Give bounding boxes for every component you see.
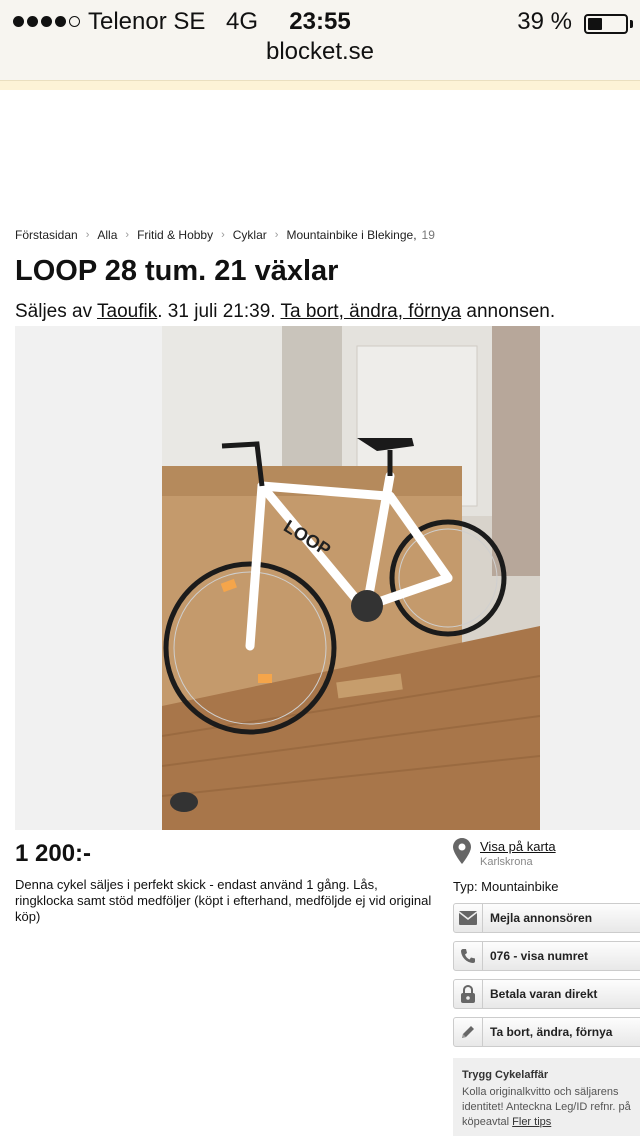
breadcrumb-mountainbike[interactable]: Mountainbike i Blekinge, [286, 228, 416, 242]
show-number-button[interactable]: 076 - visa numret [453, 941, 640, 971]
breadcrumb-count: 19 [421, 228, 435, 242]
listing-date: . 31 juli 21:39. [157, 301, 276, 322]
show-number-label: 076 - visa numret [490, 949, 589, 963]
listing-description: Denna cykel säljes i perfekt skick - end… [15, 877, 432, 924]
item-type: Typ: Mountainbike [453, 879, 559, 894]
lock-icon [454, 980, 483, 1008]
bicycle-photo-illustration: LOOP [162, 326, 540, 830]
chevron-right-icon: › [85, 229, 90, 241]
seller-link[interactable]: Taoufik [97, 301, 157, 322]
header-divider [0, 80, 640, 90]
sold-by-label: Säljes av [15, 301, 93, 322]
safety-tips-title: Trygg Cykelaffär [462, 1069, 549, 1081]
safety-tips-line-3: köpeavtal Fler tips [462, 1115, 640, 1130]
map-pin-icon [453, 838, 471, 864]
breadcrumb-all[interactable]: Alla [97, 228, 117, 242]
chevron-right-icon: › [221, 229, 225, 241]
edit-listing-link[interactable]: Ta bort, ändra, förnya [281, 301, 462, 322]
show-on-map-link[interactable]: Visa på karta [480, 839, 556, 854]
safety-tips-line-3-text: köpeavtal [462, 1116, 510, 1128]
breadcrumb-home[interactable]: Förstasidan [15, 228, 78, 242]
chevron-right-icon: › [125, 229, 130, 241]
edit-suffix: annonsen. [466, 301, 556, 322]
pay-directly-label: Betala varan direkt [490, 987, 598, 1001]
battery-percent: 39 % [517, 8, 572, 35]
safety-tips-box: Trygg Cykelaffär Kolla originalkvitto oc… [453, 1058, 640, 1136]
breadcrumb-hobby[interactable]: Fritid & Hobby [137, 228, 213, 242]
email-seller-label: Mejla annonsören [490, 911, 593, 925]
breadcrumb: Förstasidan › Alla › Fritid & Hobby › Cy… [15, 228, 435, 242]
safety-tips-line-1: Kolla originalkvitto och säljarens [462, 1086, 619, 1098]
envelope-icon [454, 904, 483, 932]
safety-tips-line-2: identitet! Anteckna Leg/ID refnr. på [462, 1101, 631, 1113]
pay-directly-button[interactable]: Betala varan direkt [453, 979, 640, 1009]
breadcrumb-bikes[interactable]: Cyklar [233, 228, 267, 242]
email-seller-button[interactable]: Mejla annonsören [453, 903, 640, 933]
phone-icon [454, 942, 483, 970]
pencil-icon [454, 1018, 483, 1046]
listing-photo[interactable]: LOOP [162, 326, 540, 830]
edit-listing-label: Ta bort, ändra, förnya [490, 1025, 613, 1039]
address-bar[interactable]: blocket.se [0, 38, 640, 66]
listing-price: 1 200:- [15, 840, 92, 867]
more-tips-link[interactable]: Fler tips [512, 1116, 551, 1128]
listing-title: LOOP 28 tum. 21 växlar [15, 255, 339, 287]
edit-listing-button[interactable]: Ta bort, ändra, förnya [453, 1017, 640, 1047]
battery-icon [584, 14, 628, 34]
chevron-right-icon: › [274, 229, 279, 241]
seller-line: Säljes av Taoufik. 31 juli 21:39. Ta bor… [15, 301, 555, 323]
location-label: Karlskrona [480, 856, 533, 868]
status-bar: Telenor SE 4G 23:55 39 % blocket.se [0, 0, 640, 80]
